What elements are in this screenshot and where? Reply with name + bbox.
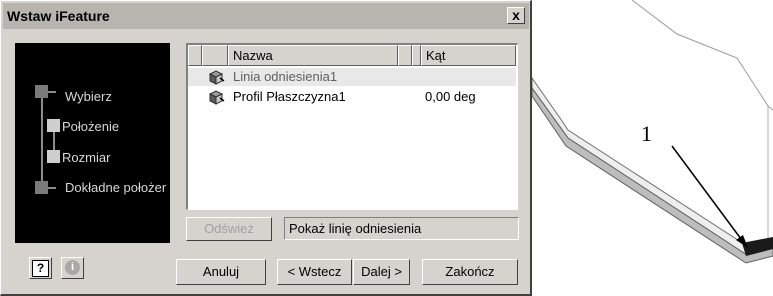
row-name: Linia odniesienia1 — [233, 69, 338, 84]
part-drawing — [532, 0, 773, 264]
dialog-title: Wstaw iFeature — [7, 8, 110, 24]
step-marker-dokladne — [35, 181, 48, 194]
feature-cube-icon — [208, 89, 226, 105]
close-button[interactable]: x — [507, 7, 525, 24]
step-marker-rozmiar — [47, 150, 60, 163]
finish-button[interactable]: Zakończ — [422, 259, 518, 285]
step-connector-main — [41, 93, 43, 181]
step-label-rozmiar: Rozmiar — [62, 150, 111, 165]
step-label-polozenie: Położenie — [62, 119, 120, 134]
insert-ifeature-dialog: Wstaw iFeature x Wybierz Położenie Rozmi… — [0, 0, 532, 296]
cancel-button[interactable]: Anuluj — [176, 259, 266, 285]
column-header-kat[interactable]: Kąt — [421, 45, 516, 66]
step-label-dokladne: Dokładne położer — [65, 180, 167, 195]
column-header-blank4[interactable] — [412, 45, 421, 66]
column-header-blank2[interactable] — [202, 45, 228, 66]
plate-side-face — [532, 87, 773, 264]
title-bar[interactable]: Wstaw iFeature x — [3, 3, 529, 29]
column-header-nazwa[interactable]: Nazwa — [228, 45, 398, 66]
callout-label: 1 — [641, 121, 652, 146]
row-name: Profil Płaszczyzna1 — [233, 89, 346, 104]
list-row[interactable]: Profil Płaszczyzna1 0,00 deg — [188, 88, 516, 106]
wizard-steps-panel: Wybierz Położenie Rozmiar Dokładne położ… — [15, 43, 170, 243]
step-marker-wybierz — [35, 85, 48, 98]
list-header: Nazwa Kąt — [188, 45, 517, 66]
help-button[interactable]: ? — [29, 257, 52, 279]
status-field: Pokaż linię odniesienia — [284, 217, 519, 240]
row-angle: 0,00 deg — [425, 89, 476, 104]
plate-top-face — [532, 77, 773, 256]
step-marker-polozenie — [47, 119, 60, 132]
step-tick-wybierz — [48, 91, 56, 93]
column-header-blank1[interactable] — [188, 45, 202, 66]
info-button[interactable]: i — [61, 257, 84, 279]
help-icon: ? — [32, 260, 49, 277]
feature-cube-icon — [208, 69, 226, 85]
next-button[interactable]: Dalej > — [353, 259, 410, 285]
step-label-wybierz: Wybierz — [65, 89, 112, 104]
part-outline-upper — [631, 0, 773, 111]
back-button[interactable]: < Wstecz — [277, 259, 352, 285]
step-tick-dokladne — [48, 187, 56, 189]
close-icon: x — [512, 7, 520, 23]
feature-list[interactable]: Nazwa Kąt Linia odniesienia1 Profil Płas… — [186, 43, 518, 210]
column-header-blank3[interactable] — [398, 45, 412, 66]
info-icon: i — [65, 260, 80, 275]
refresh-button[interactable]: Odśwież — [186, 217, 272, 241]
list-row[interactable]: Linia odniesienia1 — [188, 68, 516, 86]
